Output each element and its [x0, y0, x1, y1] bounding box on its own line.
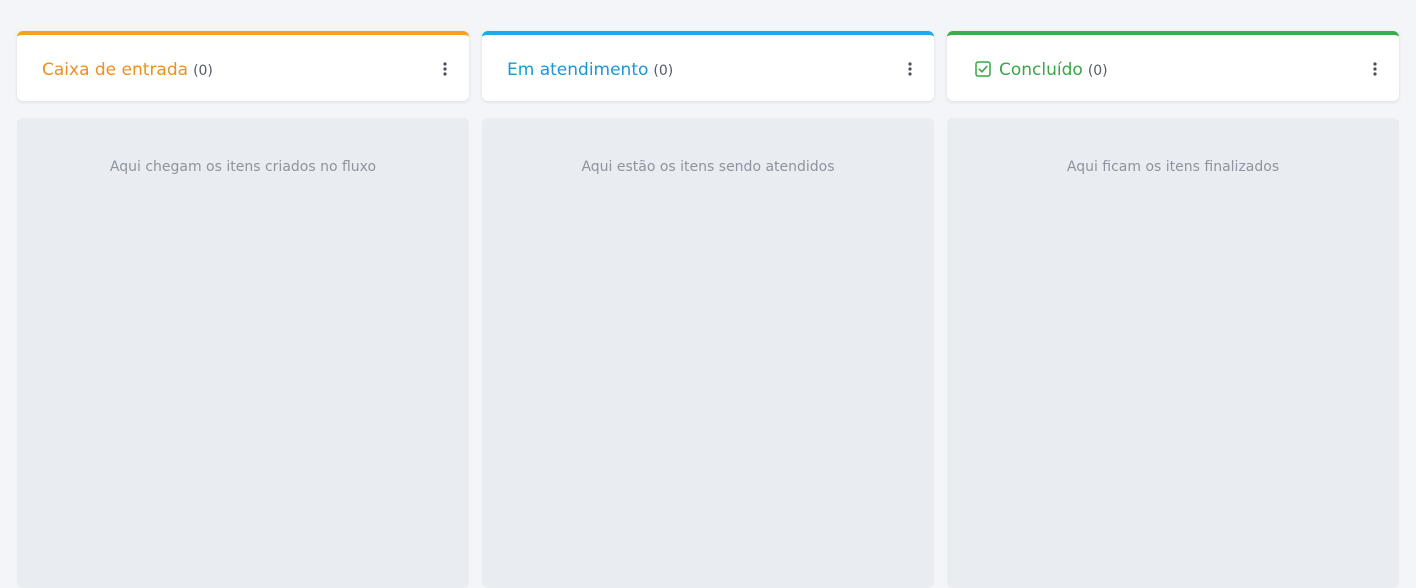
column-title-label: Em atendimento [507, 60, 649, 80]
column-count: (0) [1087, 63, 1108, 79]
empty-state-message: Aqui ficam os itens finalizados [1066, 159, 1280, 175]
column-body[interactable]: Aqui chegam os itens criados no fluxo [17, 118, 469, 588]
column-count: (0) [193, 63, 213, 79]
column-em-atendimento: Em atendimento (0) Aqui estão os itens se… [482, 31, 934, 588]
more-vertical-icon[interactable] [1370, 58, 1380, 80]
more-vertical-icon[interactable] [905, 58, 915, 80]
column-header: Em atendimento (0) [482, 31, 934, 101]
column-title: Em atendimento (0) [507, 59, 673, 82]
column-title-label: Caixa de entrada [42, 60, 189, 80]
column-title-label: Concluído [999, 60, 1083, 80]
empty-state-message: Aqui chegam os itens criados no fluxo [109, 159, 377, 175]
checkbox-checked-icon [975, 61, 991, 77]
empty-state-message: Aqui estão os itens sendo atendidos [581, 159, 835, 175]
column-header: Caixa de entrada (0) [17, 31, 469, 101]
column-title: Concluído (0) [975, 59, 1108, 82]
column-count: (0) [653, 63, 674, 79]
column-body[interactable]: Aqui estão os itens sendo atendidos [482, 118, 934, 588]
column-concluido: Concluído (0) Aqui ficam os itens finaliz… [947, 31, 1399, 588]
column-header: Concluído (0) [947, 31, 1399, 101]
column-caixa-de-entrada: Caixa de entrada (0) Aqui chegam os itens… [17, 31, 469, 588]
more-vertical-icon[interactable] [440, 58, 450, 80]
column-body[interactable]: Aqui ficam os itens finalizados [947, 118, 1399, 588]
kanban-board: Caixa de entrada (0) Aqui chegam os itens… [0, 0, 1416, 588]
column-title: Caixa de entrada (0) [42, 59, 213, 82]
